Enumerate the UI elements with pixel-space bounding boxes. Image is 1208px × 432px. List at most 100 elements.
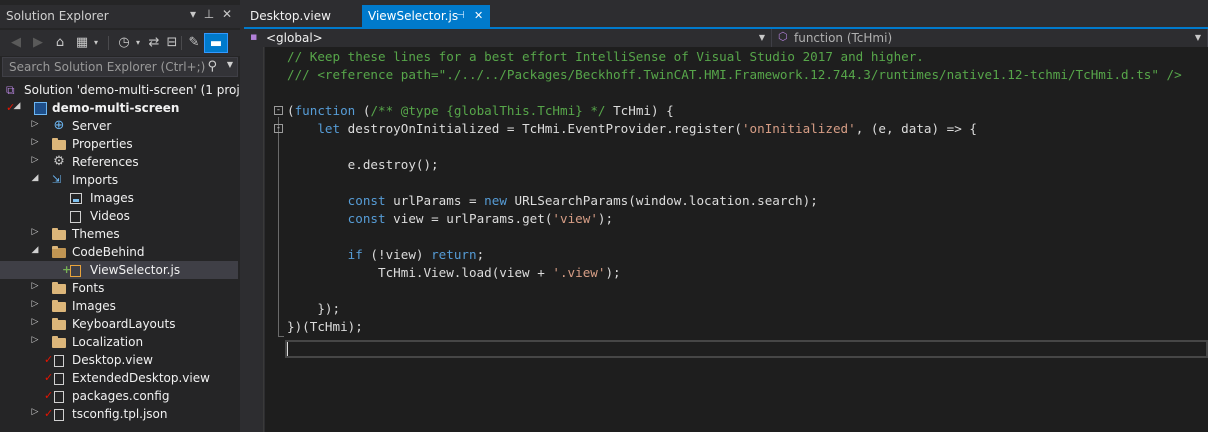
tree-item-keyboardlayouts[interactable]: ▷ KeyboardLayouts	[0, 315, 238, 333]
collapsed-arrow-icon[interactable]: ▷	[30, 299, 40, 309]
tree-item-solution[interactable]: ⧉ Solution 'demo-multi-screen' (1 projec…	[0, 81, 258, 99]
search-icon[interactable]: ⚲	[207, 59, 217, 74]
tree-item-packages-config[interactable]: ✓ packages.config	[0, 387, 238, 405]
tree-item-server[interactable]: ▷ ⊕ Server	[0, 117, 238, 135]
code-line-4: (function (/** @type {globalThis.TcHmi} …	[287, 103, 674, 118]
folder-icon	[52, 228, 66, 240]
filter-dropdown-icon[interactable]: ▾	[132, 33, 144, 53]
tree-item-label: Themes	[72, 227, 120, 241]
preview-selected-items-icon[interactable]: ▬	[204, 33, 228, 53]
tree-item-localization[interactable]: ▷ Localization	[0, 333, 238, 351]
sync-with-document-icon[interactable]: ⇄	[144, 33, 164, 53]
tree-item-label: ExtendedDesktop.view	[72, 371, 210, 385]
chevron-down-icon[interactable]: ▼	[1195, 33, 1201, 42]
import-folder-icon: ⇲	[52, 173, 62, 186]
solution-icon: ⧉	[6, 83, 15, 97]
code-line-15: });	[287, 301, 341, 316]
expanded-arrow-icon[interactable]: ◢	[30, 173, 40, 183]
collapsed-arrow-icon[interactable]: ▷	[30, 407, 40, 417]
member-dropdown[interactable]: ⬡ function (TcHmi) ▼	[772, 29, 1208, 47]
tree-item-properties[interactable]: ▷ Properties	[0, 135, 238, 153]
home-icon[interactable]: ⌂	[50, 33, 70, 53]
collapsed-arrow-icon[interactable]: ▷	[30, 227, 40, 237]
code-line-10: const view = urlParams.get('view');	[347, 211, 614, 226]
tree-item-label: Desktop.view	[72, 353, 153, 367]
text-caret	[287, 342, 288, 356]
checked-in-icon: ✓	[44, 353, 54, 366]
tree-item-label: References	[72, 155, 139, 169]
pending-changes-filter-icon[interactable]: ◷	[114, 33, 134, 53]
tree-item-references[interactable]: ▷ ⚙ References	[0, 153, 238, 171]
toolbar-separator	[108, 36, 109, 50]
tree-item-extendeddesktop-view[interactable]: ✓ ExtendedDesktop.view	[0, 369, 238, 387]
forward-icon[interactable]: ▶	[28, 33, 48, 53]
window-position-dropdown-icon[interactable]: ▾	[186, 7, 200, 21]
tab-viewselector-js[interactable]: ViewSelector.js ⊣ ✕	[362, 5, 490, 27]
navigation-bar: ▪ <global> ▼ ⬡ function (TcHmi) ▼	[244, 29, 1208, 47]
tree-item-videos[interactable]: Videos	[0, 207, 238, 225]
tree-item-codebehind[interactable]: ◢ CodeBehind	[0, 243, 238, 261]
solution-explorer-toolbar: ◀ ▶ ⌂ ▦ ▾ ◷ ▾ ⇄ ⊟ ✎ ▬	[0, 30, 240, 56]
collapse-region-icon[interactable]: -	[274, 124, 283, 133]
tree-item-project[interactable]: ✓ ◢ demo-multi-screen	[0, 99, 238, 117]
switch-views-icon[interactable]: ▦	[72, 33, 92, 53]
tree-item-themes[interactable]: ▷ Themes	[0, 225, 238, 243]
properties-wrench-icon[interactable]: ✎	[184, 33, 204, 53]
tree-item-label: packages.config	[72, 389, 170, 403]
code-editor[interactable]: - - // Keep these lines for a best effor…	[265, 47, 1208, 432]
tree-item-fonts[interactable]: ▷ Fonts	[0, 279, 238, 297]
collapsed-arrow-icon[interactable]: ▷	[30, 281, 40, 291]
tab-close-icon[interactable]: ✕	[474, 5, 483, 27]
document-tab-strip: Desktop.view ViewSelector.js ⊣ ✕	[244, 5, 1208, 27]
tab-label: ViewSelector.js	[368, 9, 459, 23]
tree-item-viewselector-js[interactable]: + ViewSelector.js	[0, 261, 238, 279]
collapsed-arrow-icon[interactable]: ▷	[30, 155, 40, 165]
folder-icon	[52, 138, 66, 150]
tab-label: Desktop.view	[250, 9, 331, 23]
pin-icon[interactable]: ⊥	[202, 7, 216, 21]
tree-item-label: Localization	[72, 335, 144, 349]
tree-item-images-import[interactable]: Images	[0, 189, 238, 207]
scope-icon: ▪	[250, 30, 258, 43]
checked-in-icon: ✓	[44, 407, 54, 420]
tree-item-desktop-view[interactable]: ✓ Desktop.view	[0, 351, 238, 369]
search-options-dropdown-icon[interactable]: ▼	[227, 60, 233, 69]
js-file-icon	[70, 265, 81, 277]
folder-icon	[52, 336, 66, 348]
image-icon	[70, 193, 82, 204]
code-line-12: if (!view) return;	[347, 247, 485, 262]
solution-explorer-search-input[interactable]: Search Solution Explorer (Ctrl+;) ⚲ ▼	[2, 57, 238, 77]
back-icon[interactable]: ◀	[6, 33, 26, 53]
globe-icon: ⊕	[53, 118, 65, 133]
current-line-highlight	[285, 340, 1208, 358]
close-icon[interactable]: ✕	[220, 7, 234, 21]
tree-item-label: Fonts	[72, 281, 105, 295]
toolbar-separator	[181, 36, 182, 50]
tab-desktop-view[interactable]: Desktop.view	[244, 5, 358, 27]
checked-in-icon: ✓	[44, 389, 54, 402]
function-icon: ⬡	[778, 30, 788, 43]
tab-pin-icon[interactable]: ⊣	[456, 5, 465, 27]
json-file-icon	[54, 409, 64, 421]
switch-views-dropdown-icon[interactable]: ▾	[90, 33, 102, 53]
collapse-region-icon[interactable]: -	[274, 106, 283, 115]
tree-item-images[interactable]: ▷ Images	[0, 297, 238, 315]
checked-in-icon: ✓	[44, 371, 54, 384]
fold-guide	[278, 117, 279, 337]
collapsed-arrow-icon[interactable]: ▷	[30, 317, 40, 327]
tree-item-label: Images	[90, 191, 134, 205]
collapsed-arrow-icon[interactable]: ▷	[30, 119, 40, 129]
collapse-all-icon[interactable]: ⊟	[162, 33, 182, 53]
expanded-arrow-icon[interactable]: ◢	[12, 101, 22, 111]
tree-item-imports[interactable]: ◢ ⇲ Imports	[0, 171, 238, 189]
scope-dropdown[interactable]: ▪ <global> ▼	[244, 29, 772, 47]
chevron-down-icon[interactable]: ▼	[759, 33, 765, 42]
code-line-16: })(TcHmi);	[287, 319, 363, 334]
collapsed-arrow-icon[interactable]: ▷	[30, 137, 40, 147]
expanded-arrow-icon[interactable]: ◢	[30, 245, 40, 255]
config-file-icon	[54, 391, 64, 403]
tree-item-tsconfig[interactable]: ▷ ✓ tsconfig.tpl.json	[0, 405, 238, 423]
tree-item-label: Properties	[72, 137, 133, 151]
collapsed-arrow-icon[interactable]: ▷	[30, 335, 40, 345]
view-file-icon	[54, 373, 64, 385]
